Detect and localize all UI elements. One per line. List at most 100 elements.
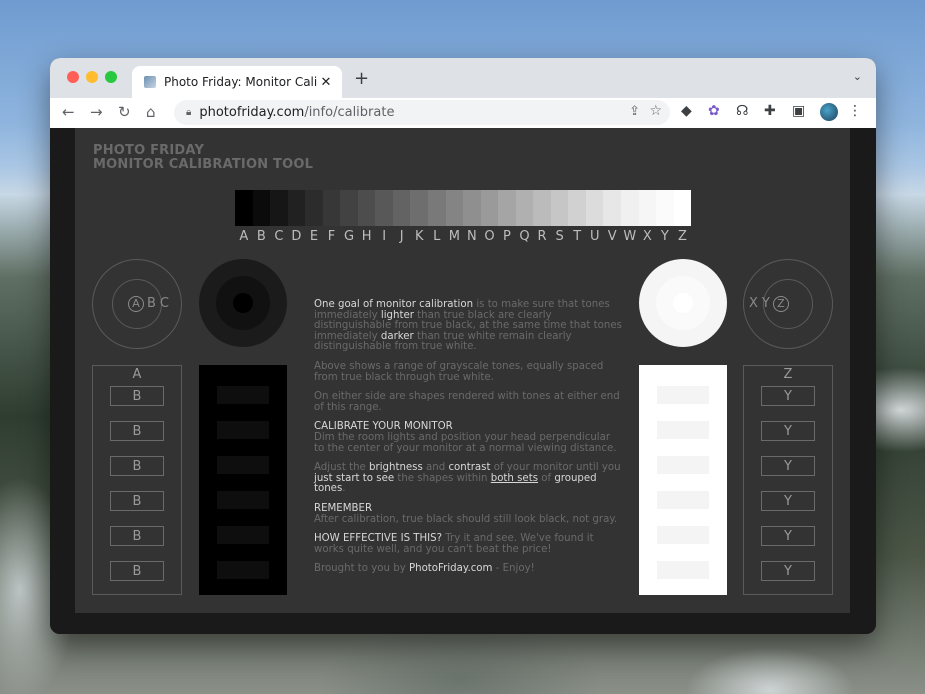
ring-letter-y: Y <box>761 296 770 311</box>
ring-letter-a: A <box>128 296 144 312</box>
ramp-swatch <box>533 190 551 226</box>
puzzle-extensions-icon[interactable]: ✚ <box>764 103 776 119</box>
ramp-swatch <box>480 190 499 226</box>
ramp-letters: ABCDEFGHIJKLMNOPQRSTUVWXYZ <box>235 229 691 244</box>
left-tone-column: A BBBBBB <box>92 365 182 595</box>
text-highlight: darker <box>380 330 414 342</box>
ring-letter-x: X <box>749 296 758 311</box>
text-run: the shapes within <box>394 472 491 484</box>
ramp-swatch <box>287 190 306 226</box>
page-title: PHOTO FRIDAY MONITOR CALIBRATION TOOL <box>93 144 313 172</box>
text-highlight: contrast <box>448 462 491 474</box>
ramp-letter: B <box>256 229 266 244</box>
back-arrow-icon[interactable]: ← <box>62 103 75 121</box>
tone-cell-label: Y <box>761 561 815 581</box>
tone-cell-block <box>217 491 269 509</box>
dark-target-center <box>233 293 253 313</box>
text-run: Dim the room lights and position your he… <box>314 431 617 454</box>
ramp-swatch <box>252 190 271 226</box>
tone-cell-block <box>657 421 709 439</box>
tone-cell-label: Y <box>761 386 815 406</box>
grayscale-ramp <box>235 190 692 226</box>
paragraph-range: Above shows a range of grayscale tones, … <box>314 360 604 383</box>
tone-cell-block <box>657 561 709 579</box>
ramp-swatch <box>270 190 288 226</box>
tab-photo-friday[interactable]: Photo Friday: Monitor Calibratio ✕ <box>132 66 342 98</box>
text-highlight: brightness <box>369 462 423 474</box>
light-target-center <box>673 293 693 313</box>
right-ring-letters: XYZ <box>747 296 790 312</box>
text-highlight: CALIBRATE YOUR MONITOR <box>314 421 453 433</box>
dark-tone-column <box>199 365 287 595</box>
ramp-letter: K <box>414 229 424 244</box>
flower-extension-icon[interactable]: ✿ <box>708 103 720 119</box>
calibration-panel: PHOTO FRIDAY MONITOR CALIBRATION TOOL AB… <box>75 128 850 613</box>
share-icon[interactable]: ⇪ <box>629 104 640 119</box>
ramp-swatch <box>357 190 376 226</box>
text-highlight: REMEMBER <box>314 502 373 514</box>
close-window-button[interactable] <box>67 71 79 83</box>
address-bar[interactable]: 🔒︎ photofriday.com/info/calibrate ⇪ ☆ <box>174 100 670 125</box>
reload-icon[interactable]: ↻ <box>118 103 131 121</box>
home-icon[interactable]: ⌂ <box>146 103 156 121</box>
left-ring-letters: ABC <box>127 296 171 312</box>
side-panel-icon[interactable]: ▣ <box>792 103 805 119</box>
ramp-swatch <box>235 190 253 226</box>
tab-close-icon[interactable]: ✕ <box>318 75 334 90</box>
ramp-swatch <box>568 190 586 226</box>
ring-letter-c: C <box>159 296 169 311</box>
forward-arrow-icon[interactable]: → <box>90 103 103 121</box>
tone-cell-label: B <box>110 421 164 441</box>
ramp-letter: T <box>573 229 582 244</box>
ramp-letter: Z <box>677 229 687 244</box>
tone-cell-label: Y <box>761 456 815 476</box>
browser-window: Photo Friday: Monitor Calibratio ✕ + ⌄ ←… <box>50 58 876 634</box>
bookmark-star-icon[interactable]: ☆ <box>649 103 662 119</box>
ramp-letter: F <box>327 229 336 244</box>
heading-line-2: MONITOR CALIBRATION TOOL <box>93 157 314 172</box>
ramp-letter: G <box>344 229 355 244</box>
tone-cell-block <box>657 456 709 474</box>
text-highlight: both sets <box>490 472 539 484</box>
tone-cell-block <box>217 456 269 474</box>
tone-cell-block <box>217 561 269 579</box>
tone-cell-label: B <box>110 561 164 581</box>
layers-extension-icon[interactable]: ◆ <box>681 103 692 119</box>
ring-letter-z: Z <box>772 296 789 312</box>
ring-letter-b: B <box>147 296 156 311</box>
fullscreen-window-button[interactable] <box>105 71 117 83</box>
ramp-letter: J <box>399 229 404 244</box>
ramp-letter: P <box>503 229 511 244</box>
photofriday-link[interactable]: PhotoFriday.com <box>409 563 492 574</box>
ramp-swatch <box>375 190 393 226</box>
headphones-extension-icon[interactable]: ☊ <box>736 103 748 119</box>
ramp-swatch <box>498 190 516 226</box>
paragraph-remember: REMEMBER After calibration, true black sh… <box>314 502 622 525</box>
ramp-swatch <box>463 190 481 226</box>
lock-icon[interactable]: 🔒︎ <box>186 107 191 118</box>
new-tab-button[interactable]: + <box>354 68 369 89</box>
tone-cell-block <box>217 526 269 544</box>
minimize-window-button[interactable] <box>86 71 98 83</box>
ramp-swatch <box>550 190 569 226</box>
ramp-swatch <box>673 190 692 226</box>
right-tone-column: Z YYYYYY <box>743 365 833 595</box>
url-host: photofriday.com <box>199 105 305 120</box>
profile-avatar[interactable] <box>820 103 838 121</box>
ramp-swatch <box>621 190 639 226</box>
text-run: . <box>342 483 346 495</box>
tone-cell-label: B <box>110 456 164 476</box>
text-highlight: One goal of monitor calibration <box>314 299 474 310</box>
tone-cell-label: B <box>110 386 164 406</box>
tone-cell-label: Y <box>761 421 815 441</box>
paragraph-shapes: On either side are shapes rendered with … <box>314 391 620 413</box>
ramp-swatch <box>428 190 446 226</box>
ramp-letter: L <box>433 229 441 244</box>
ramp-swatch <box>410 190 429 226</box>
more-menu-icon[interactable]: ⋮ <box>848 103 862 119</box>
ramp-swatch <box>340 190 358 226</box>
ramp-swatch <box>305 190 323 226</box>
tab-bar: Photo Friday: Monitor Calibratio ✕ + ⌄ <box>50 58 876 98</box>
paragraph-goal: One goal of monitor calibration is to ma… <box>314 299 622 353</box>
tab-search-chevron-icon[interactable]: ⌄ <box>853 70 862 83</box>
